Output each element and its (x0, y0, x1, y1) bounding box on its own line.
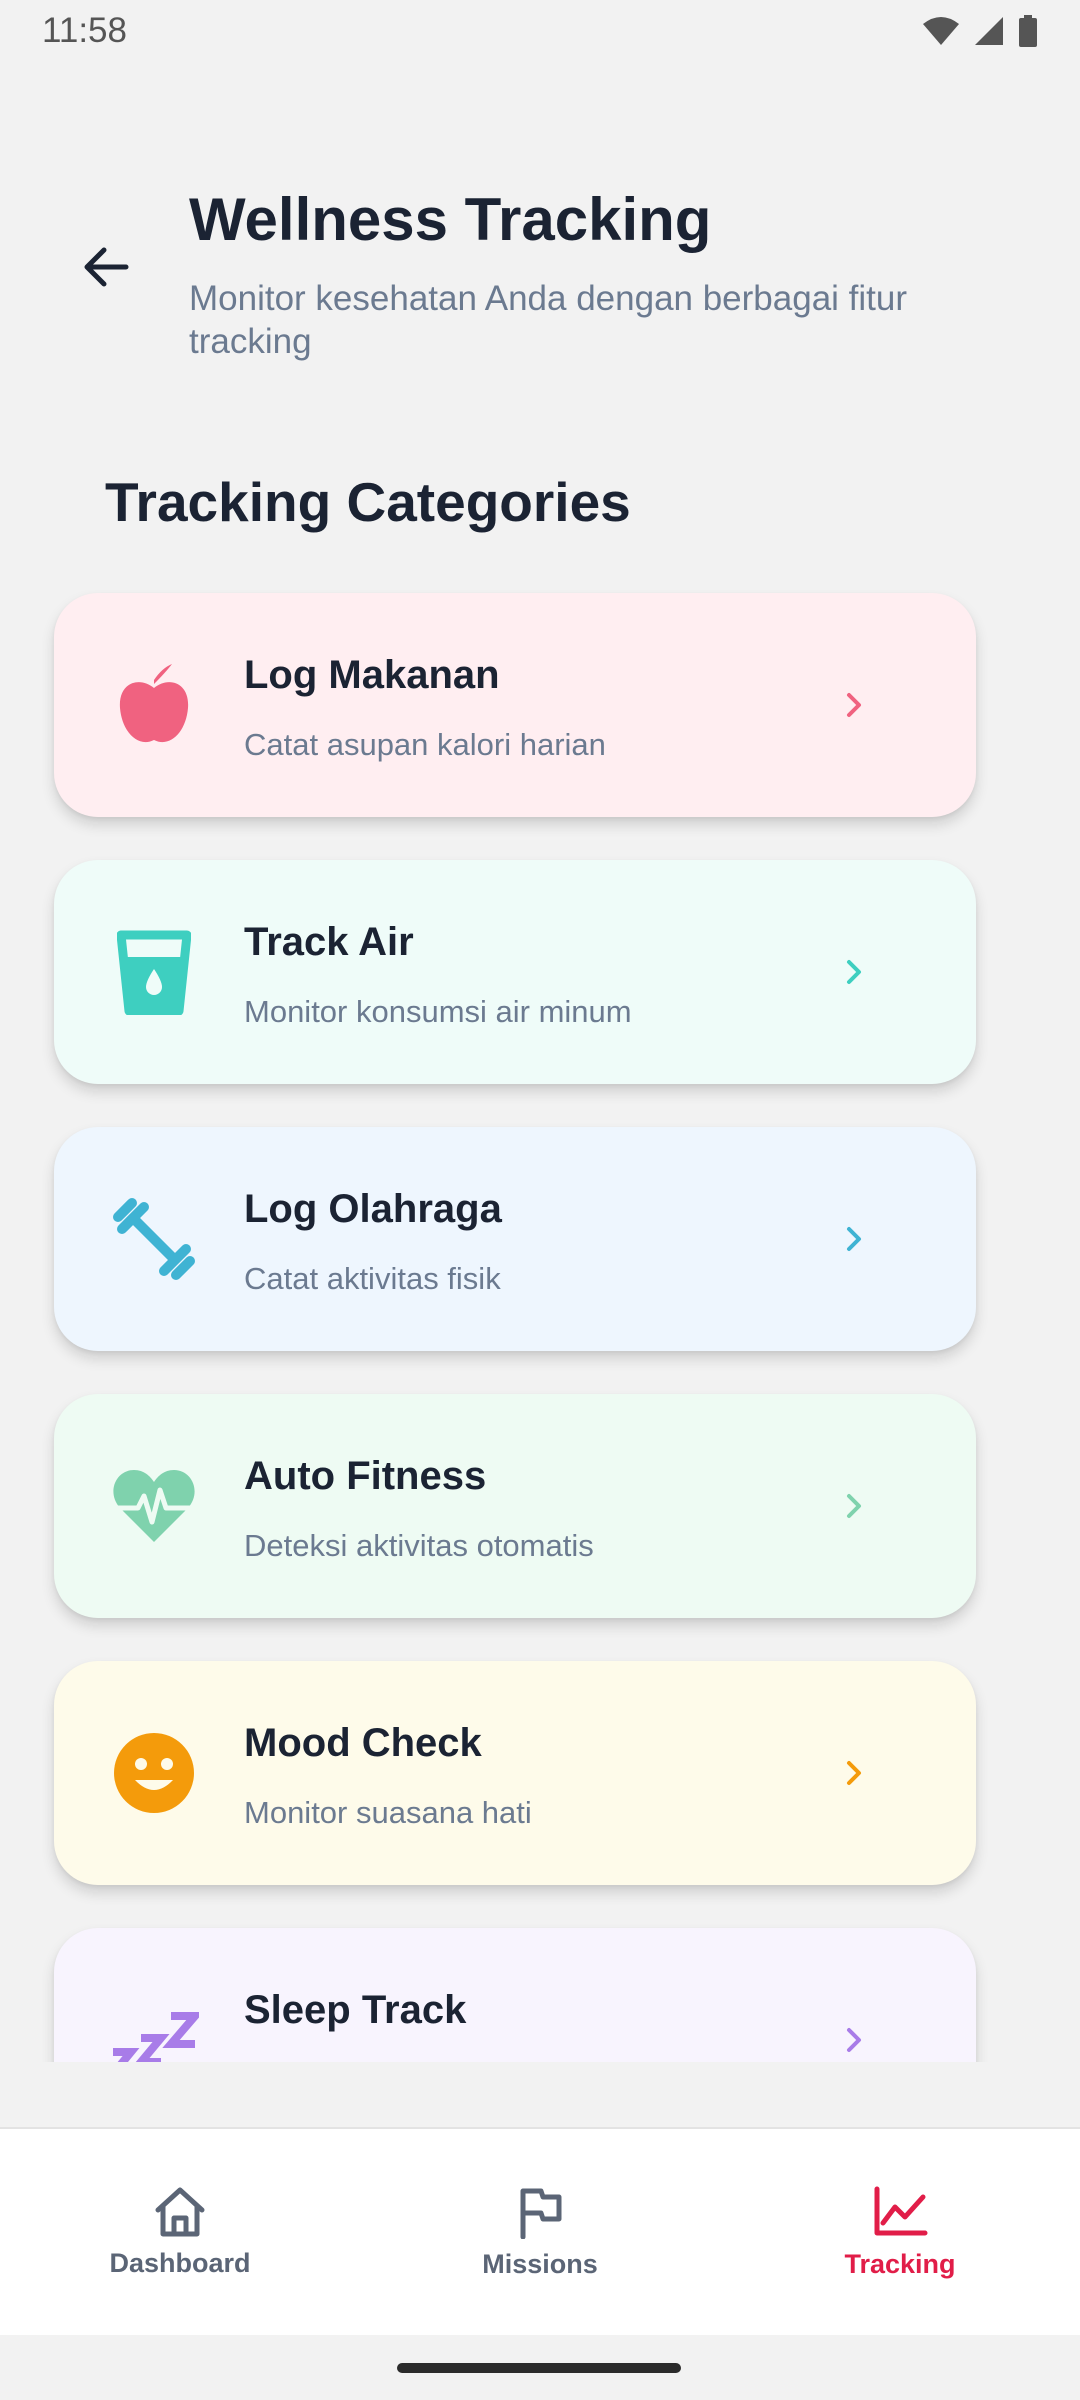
card-label: Mood Check (244, 1721, 482, 1765)
chevron-right-icon (834, 1486, 874, 1526)
nav-label-dashboard: Dashboard (109, 2247, 251, 2278)
smiley-icon (109, 1728, 199, 1818)
card-description: Monitor suasana hati (244, 1795, 532, 1830)
home-icon (155, 2187, 205, 2236)
card-description: Catat aktivitas fisik (244, 1261, 501, 1296)
chevron-right-icon (834, 685, 874, 725)
tracking-category-list[interactable]: Log Makanan Catat asupan kalori harian T… (0, 590, 1080, 2062)
card-log-makanan[interactable]: Log Makanan Catat asupan kalori harian (54, 593, 976, 817)
card-mood-check[interactable]: Mood Check Monitor suasana hati (54, 1661, 976, 1885)
system-icons (922, 15, 1038, 47)
card-description: Deteksi aktivitas otomatis (244, 1528, 594, 1563)
card-description: Monitor konsumsi air minum (244, 994, 632, 1029)
card-label: Track Air (244, 920, 414, 964)
card-auto-fitness[interactable]: Auto Fitness Deteksi aktivitas otomatis (54, 1394, 976, 1618)
sleep-zzz-icon (109, 1995, 199, 2062)
nav-item-missions[interactable]: Missions (360, 2129, 720, 2335)
nav-label-missions: Missions (482, 2248, 598, 2279)
status-bar: 11:58 (0, 0, 1080, 62)
status-time: 11:58 (42, 11, 127, 50)
nav-item-tracking[interactable]: Tracking (720, 2129, 1080, 2335)
dumbbell-icon (109, 1194, 199, 1284)
chevron-right-icon (834, 952, 874, 992)
heartbeat-icon (109, 1461, 199, 1551)
page-subtitle: Monitor kesehatan Anda dengan berbagai f… (189, 279, 908, 361)
card-label: Log Makanan (244, 653, 500, 697)
battery-icon (1019, 15, 1037, 47)
chevron-right-icon (834, 1753, 874, 1793)
card-sleep-track[interactable]: Sleep Track (54, 1928, 976, 2062)
page-title: Wellness Tracking (189, 186, 712, 253)
back-button[interactable] (64, 225, 148, 309)
card-label: Log Olahraga (244, 1187, 502, 1231)
signal-icon (975, 17, 1003, 45)
card-track-air[interactable]: Track Air Monitor konsumsi air minum (54, 860, 976, 1084)
card-label: Sleep Track (244, 1988, 467, 2032)
chevron-right-icon (834, 1219, 874, 1259)
section-title: Tracking Categories (105, 471, 631, 533)
wifi-icon (923, 17, 959, 45)
flag-icon (520, 2188, 562, 2239)
arrow-left-icon (84, 247, 129, 287)
card-log-olahraga[interactable]: Log Olahraga Catat aktivitas fisik (54, 1127, 976, 1351)
nav-label-tracking: Tracking (844, 2248, 956, 2279)
nav-item-dashboard[interactable]: Dashboard (0, 2129, 360, 2335)
bottom-navigation: Dashboard Missions Tracking (0, 2127, 1080, 2335)
card-description: Catat asupan kalori harian (244, 727, 606, 762)
apple-icon (109, 660, 199, 750)
chevron-right-icon (834, 2020, 874, 2060)
gesture-handle[interactable] (397, 2363, 681, 2373)
card-label: Auto Fitness (244, 1454, 487, 1498)
chart-line-icon (874, 2186, 928, 2235)
water-glass-icon (109, 927, 199, 1017)
